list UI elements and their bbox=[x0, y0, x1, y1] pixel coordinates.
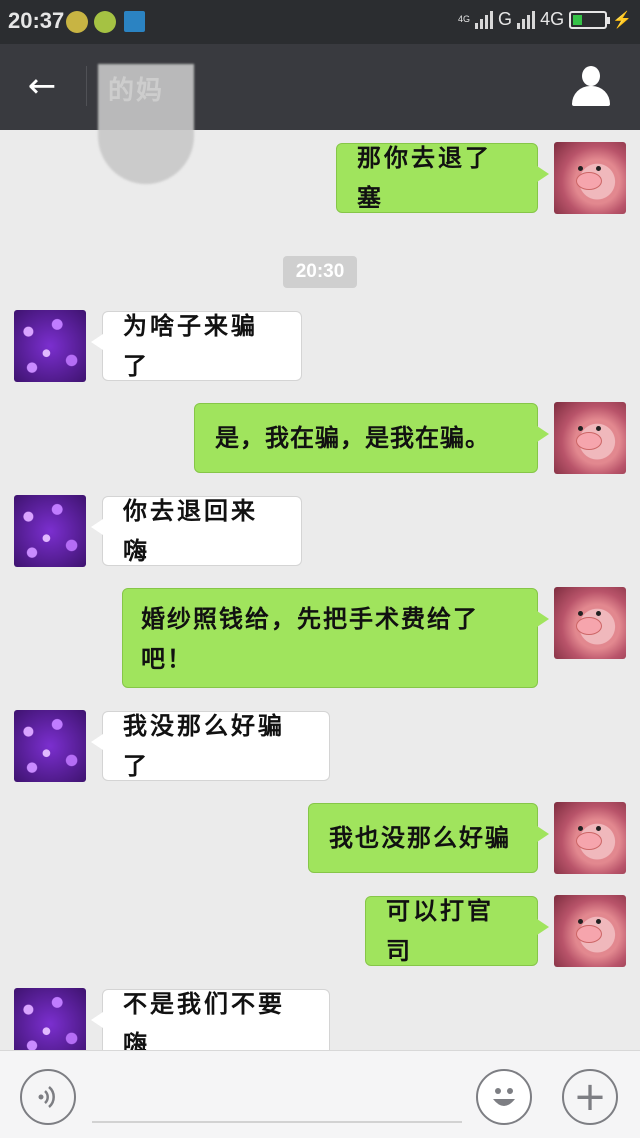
contact-avatar[interactable] bbox=[14, 310, 86, 382]
chat-header: ← 的妈 bbox=[0, 44, 640, 184]
input-bar: + bbox=[0, 1050, 640, 1138]
profile-icon[interactable] bbox=[570, 66, 612, 108]
emoji-icon bbox=[493, 1088, 515, 1106]
my-avatar[interactable] bbox=[554, 802, 626, 874]
contact-avatar[interactable] bbox=[14, 495, 86, 567]
network-type-4g: 4G bbox=[540, 9, 565, 29]
my-avatar[interactable] bbox=[554, 587, 626, 659]
status-time: 20:37 bbox=[8, 8, 65, 33]
signal-icon bbox=[517, 10, 536, 29]
message-bubble-outgoing[interactable]: 那你去退了塞 bbox=[336, 143, 549, 213]
my-avatar[interactable] bbox=[554, 142, 626, 214]
message-timestamp: 20:30 bbox=[283, 256, 357, 288]
nav-divider bbox=[86, 66, 87, 106]
contact-avatar[interactable] bbox=[14, 710, 86, 782]
voice-icon bbox=[38, 1086, 55, 1108]
emoji-button[interactable] bbox=[476, 1069, 532, 1125]
screenshot-icon bbox=[124, 11, 145, 32]
message-bubble-outgoing[interactable]: 我也没那么好骗 bbox=[308, 803, 549, 873]
voice-input-button[interactable] bbox=[20, 1069, 76, 1125]
network-type-small: 4G bbox=[458, 14, 471, 24]
message-bubble-incoming[interactable]: 不是我们不要嗨 bbox=[91, 989, 330, 1050]
message-bubble-outgoing[interactable]: 是，我在骗，是我在骗。 bbox=[194, 403, 549, 473]
plus-icon: + bbox=[573, 1074, 607, 1120]
message-bubble-incoming[interactable]: 你去退回来嗨 bbox=[91, 496, 302, 566]
my-avatar[interactable] bbox=[554, 895, 626, 967]
message-bubble-outgoing[interactable]: 婚纱照钱给，先把手术费给了吧！ bbox=[122, 588, 549, 688]
battery-icon bbox=[569, 10, 611, 29]
my-avatar[interactable] bbox=[554, 402, 626, 474]
message-bubble-incoming[interactable]: 我没那么好骗了 bbox=[91, 711, 330, 781]
message-list[interactable]: 那你去退了塞 20:30 为啥子来骗了 是，我在骗，是我在骗。 你去退回来嗨 婚… bbox=[0, 130, 640, 1050]
network-type-g: G bbox=[498, 9, 513, 29]
contact-avatar[interactable] bbox=[14, 988, 86, 1050]
charging-icon: ⚡ bbox=[612, 11, 632, 29]
back-arrow-icon[interactable]: ← bbox=[22, 66, 62, 106]
message-bubble-incoming[interactable]: 为啥子来骗了 bbox=[91, 311, 302, 381]
message-input[interactable] bbox=[92, 1071, 462, 1123]
message-bubble-outgoing[interactable]: 可以打官司 bbox=[365, 896, 549, 966]
signal-icon bbox=[475, 10, 494, 29]
app-notification-icon bbox=[66, 11, 88, 33]
status-bar: 20:37 4G G 4G ⚡ bbox=[0, 0, 640, 44]
app-notification-icon bbox=[94, 11, 116, 33]
more-options-button[interactable]: + bbox=[562, 1069, 618, 1125]
